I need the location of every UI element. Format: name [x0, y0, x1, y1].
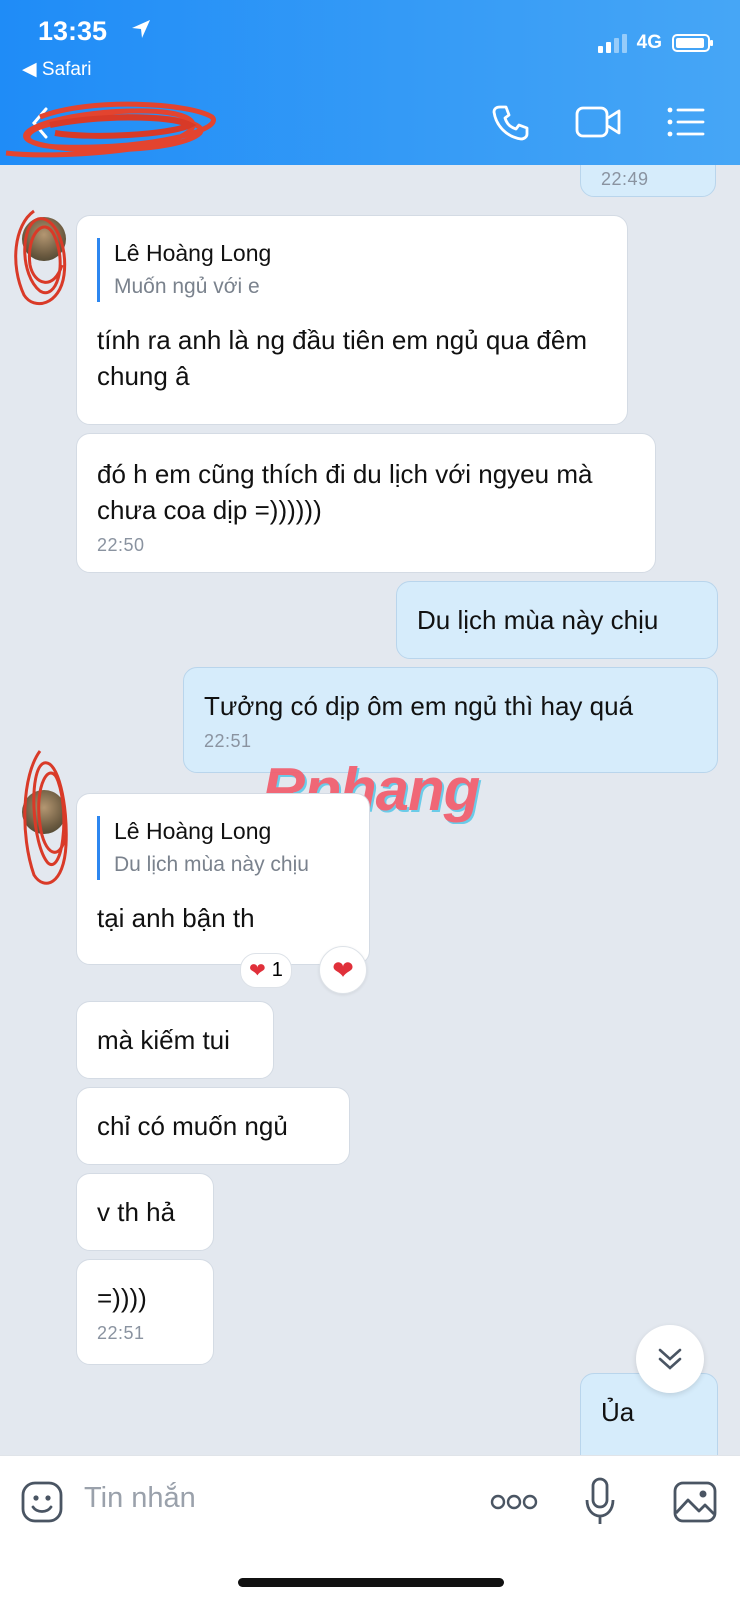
- heart-icon: ❤: [332, 955, 354, 985]
- reply-quote[interactable]: Lê Hoàng Long Muốn ngủ với e: [97, 238, 607, 302]
- redacted-avatar-scribble: [14, 209, 67, 306]
- message-time: 22:50: [97, 535, 145, 555]
- sticker-icon[interactable]: [20, 1480, 64, 1524]
- back-to-app[interactable]: ◀ Safari: [22, 58, 92, 81]
- react-button[interactable]: ❤: [319, 946, 367, 994]
- message-bubble-incoming[interactable]: đó h em cũng thích đi du lịch với ngyeu …: [76, 433, 656, 573]
- message-bubble-incoming[interactable]: chỉ có muốn ngủ: [76, 1087, 350, 1165]
- message-text: đó h em cũng thích đi du lịch với ngyeu …: [97, 459, 593, 525]
- message-text: chỉ có muốn ngủ: [97, 1111, 288, 1141]
- redacted-avatar-scribble: [23, 750, 68, 885]
- message-text: =)))): [97, 1283, 147, 1313]
- image-icon[interactable]: [672, 1480, 718, 1524]
- message-text: tại anh bận th: [97, 903, 255, 933]
- battery-icon: [672, 34, 713, 52]
- quote-sender: Lê Hoàng Long: [114, 240, 272, 266]
- heart-icon: ❤: [249, 960, 266, 982]
- reaction-summary[interactable]: ❤ 1: [240, 953, 292, 988]
- redacted-contact-name: [5, 101, 216, 158]
- message-list[interactable]: 22:49 Lê Hoàng Long Muốn ngủ với e tính …: [0, 165, 740, 1455]
- message-text: mà kiếm tui: [97, 1025, 230, 1055]
- message-bubble-incoming[interactable]: Lê Hoàng Long Muốn ngủ với e tính ra anh…: [76, 215, 628, 425]
- phone-icon[interactable]: [490, 102, 530, 142]
- message-time: 22:49: [601, 169, 649, 189]
- message-text: v th hả: [97, 1197, 176, 1227]
- message-text: Du lịch mùa này chịu: [417, 605, 659, 635]
- reaction-count: 1: [271, 959, 283, 981]
- quote-text: Du lịch mùa này chịu: [114, 853, 309, 876]
- location-arrow-icon: [132, 20, 150, 38]
- scroll-to-bottom-button[interactable]: [636, 1325, 704, 1393]
- signal-icon: [597, 33, 627, 53]
- status-right: 4G: [597, 32, 713, 54]
- status-time: 13:35: [38, 16, 108, 46]
- message-bubble-incoming[interactable]: Lê Hoàng Long Du lịch mùa này chịu tại a…: [76, 793, 370, 965]
- message-composer: Tin nhắn: [0, 1455, 740, 1601]
- video-icon[interactable]: [574, 104, 622, 140]
- home-indicator[interactable]: [238, 1578, 504, 1587]
- back-triangle-icon: ◀: [22, 59, 42, 80]
- message-input[interactable]: Tin nhắn: [84, 1482, 196, 1515]
- back-app-label: Safari: [41, 59, 92, 80]
- quote-text: Muốn ngủ với e: [114, 275, 260, 298]
- message-bubble-outgoing[interactable]: 22:49: [580, 165, 716, 197]
- quote-sender: Lê Hoàng Long: [114, 818, 272, 844]
- microphone-icon[interactable]: [584, 1476, 616, 1528]
- chat-header: 13:35 ◀ Safari 4G: [0, 0, 740, 165]
- menu-icon[interactable]: [666, 106, 706, 138]
- message-text: Ủa: [601, 1397, 635, 1427]
- message-text: Tưởng có dịp ôm em ngủ thì hay quá: [204, 691, 634, 721]
- reply-quote[interactable]: Lê Hoàng Long Du lịch mùa này chịu: [97, 816, 349, 880]
- network-label: 4G: [636, 32, 662, 53]
- message-time: 22:51: [97, 1323, 145, 1343]
- message-text: tính ra anh là ng đầu tiên em ngủ qua đê…: [97, 325, 588, 391]
- more-icon[interactable]: [490, 1492, 538, 1512]
- message-bubble-incoming[interactable]: =)))) 22:51: [76, 1259, 214, 1365]
- message-bubble-incoming[interactable]: v th hả: [76, 1173, 214, 1251]
- message-time: 22:51: [204, 731, 252, 751]
- message-bubble-incoming[interactable]: mà kiếm tui: [76, 1001, 274, 1079]
- double-chevron-down-icon: [658, 1348, 682, 1370]
- message-bubble-outgoing[interactable]: Du lịch mùa này chịu: [396, 581, 718, 659]
